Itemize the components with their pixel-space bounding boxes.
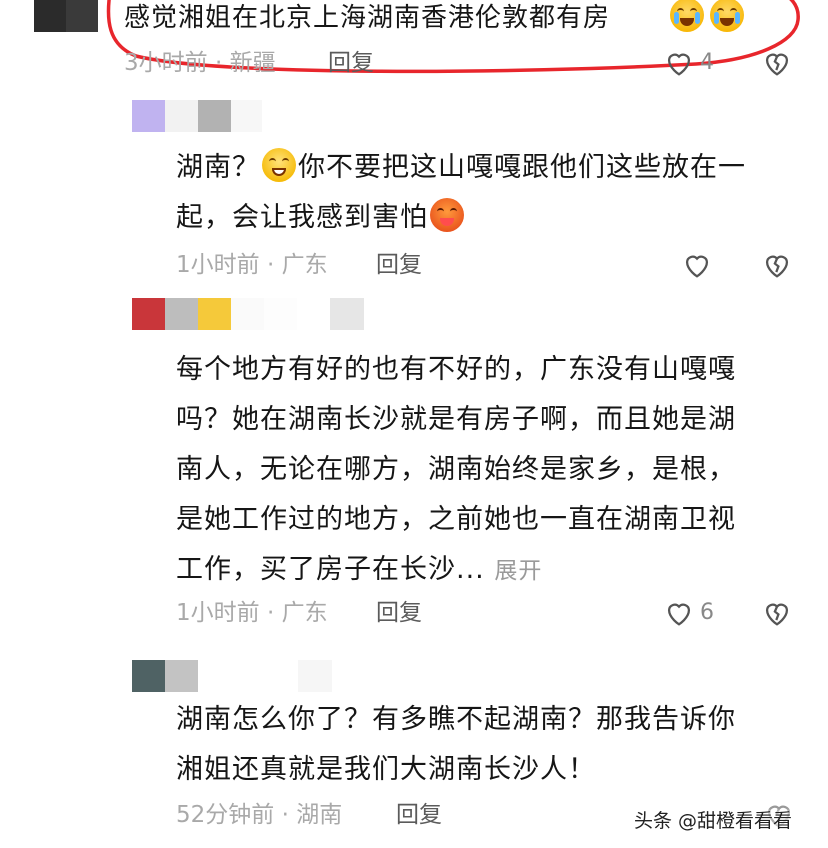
comment-meta: 1小时前 · 广东 xyxy=(176,600,328,626)
comment-text-fragment: 起，会让我感到害怕 xyxy=(176,202,428,233)
comment-text-line: 湘姐还真就是我们大湖南长沙人！ xyxy=(176,754,596,785)
comment-meta: 3小时前 · 新疆 xyxy=(124,50,276,76)
avatar[interactable] xyxy=(132,298,364,330)
broken-heart-icon[interactable] xyxy=(760,46,794,80)
crying-emoji-icon xyxy=(668,0,706,32)
comment-text-line: 起，会让我感到害怕 xyxy=(176,194,466,242)
broken-heart-icon[interactable] xyxy=(760,248,794,282)
watermark: 头条 @甜橙看看看 xyxy=(634,810,793,832)
grinning-sweat-emoji-icon xyxy=(262,148,296,182)
comment-text-line: 湖南怎么你了？有多瞧不起湖南？那我告诉你 xyxy=(176,704,736,735)
avatar[interactable] xyxy=(132,100,262,132)
broken-heart-icon[interactable] xyxy=(760,596,794,630)
comment-text-line: 吗？她在湖南长沙就是有房子啊，而且她是湖 xyxy=(176,404,736,435)
comment-text-fragment: 你不要把这山嘎嘎跟他们这些放在一 xyxy=(298,152,746,183)
hot-face-emoji-icon xyxy=(430,198,464,232)
heart-outline-icon[interactable] xyxy=(662,46,696,80)
comment-text-line: 湖南？ 你不要把这山嘎嘎跟他们这些放在一 xyxy=(176,144,746,192)
crying-emoji-icon xyxy=(708,0,746,32)
like-count: 4 xyxy=(700,50,714,75)
comment-text-fragment: 湖南？ xyxy=(176,152,260,183)
comment-text-line: 每个地方有好的也有不好的，广东没有山嘎嘎 xyxy=(176,354,736,385)
comment-text: 感觉湘姐在北京上海湖南香港伦敦都有房 xyxy=(124,3,611,33)
avatar[interactable] xyxy=(132,660,332,692)
avatar[interactable] xyxy=(34,0,98,32)
comment-text-line: 工作，买了房子在长沙... 展开 xyxy=(176,546,542,595)
comment-meta: 1小时前 · 广东 xyxy=(176,252,328,278)
reply-button[interactable]: 回复 xyxy=(328,46,374,80)
reply-button[interactable]: 回复 xyxy=(376,596,422,630)
heart-outline-icon[interactable] xyxy=(662,596,696,630)
heart-outline-icon[interactable] xyxy=(680,248,714,282)
like-count: 6 xyxy=(700,600,714,625)
comment-text-fragment: 工作，买了房子在长沙... xyxy=(176,554,485,585)
reply-button[interactable]: 回复 xyxy=(376,248,422,282)
comment-text-line: 是她工作过的地方，之前她也一直在湖南卫视 xyxy=(176,504,736,535)
reply-button[interactable]: 回复 xyxy=(396,798,442,832)
comment-meta: 52分钟前 · 湖南 xyxy=(176,802,343,828)
comment-text-line: 南人，无论在哪方，湖南始终是家乡，是根， xyxy=(176,454,736,485)
expand-link[interactable]: 展开 xyxy=(494,558,542,584)
